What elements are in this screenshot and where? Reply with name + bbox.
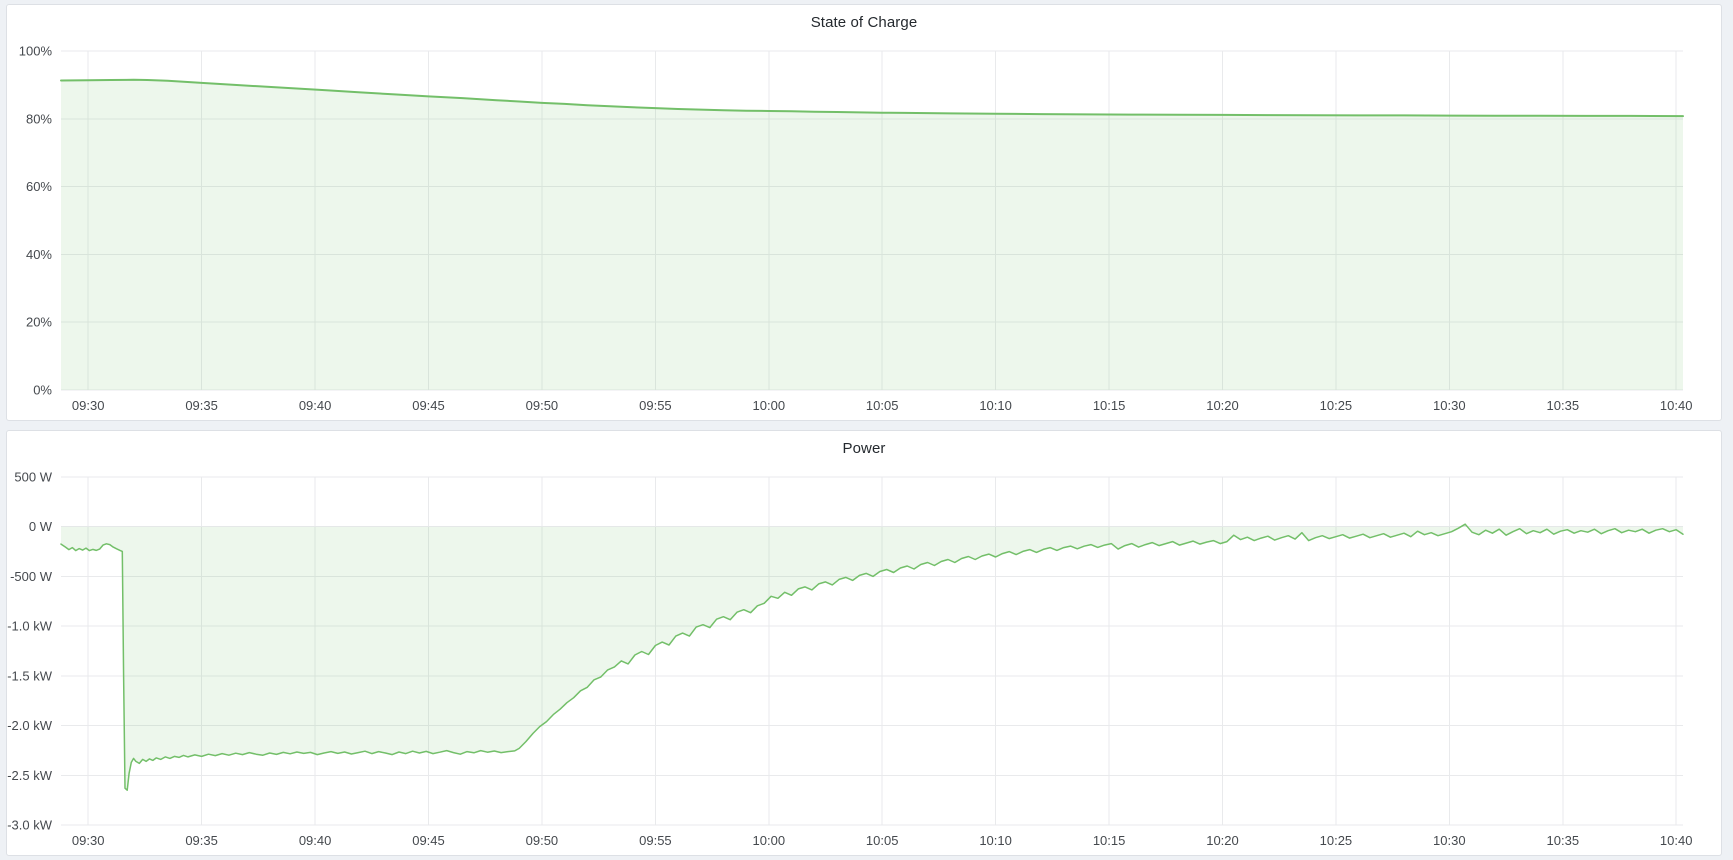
y-tick-label: 40% (26, 247, 52, 262)
x-tick-label: 09:50 (526, 398, 559, 413)
x-tick-label: 09:45 (412, 398, 445, 413)
x-tick-label: 09:40 (299, 398, 332, 413)
state-of-charge-chart[interactable]: 100% 80% 60% 40% 20% 0% 09:30 09:35 09:40 09:45 09… (7, 39, 1721, 420)
y-tick-label: 0% (33, 383, 52, 398)
chart-svg: 500 W 0 W -500 W -1.0 kW -1.5 kW -2.0 kW -2.5 … (7, 465, 1721, 855)
y-tick-label: 100% (19, 44, 53, 59)
x-tick-label: 10:40 (1660, 398, 1693, 413)
x-tick-label: 09:35 (185, 833, 218, 848)
panel-title-state-of-charge: State of Charge (7, 5, 1721, 39)
x-tick-label: 09:30 (72, 833, 105, 848)
power-chart[interactable]: 500 W 0 W -500 W -1.0 kW -1.5 kW -2.0 kW -2.5 … (7, 465, 1721, 855)
x-tick-label: 10:15 (1093, 833, 1126, 848)
x-tick-label: 10:00 (753, 398, 786, 413)
x-tick-label: 09:40 (299, 833, 332, 848)
y-tick-label: 20% (26, 315, 52, 330)
x-tick-label: 10:05 (866, 833, 899, 848)
x-tick-label: 10:35 (1547, 398, 1580, 413)
y-tick-label: 80% (26, 111, 52, 126)
y-tick-label: -1.0 kW (7, 619, 53, 634)
y-tick-label: -2.0 kW (7, 718, 53, 733)
x-tick-label: 10:10 (979, 398, 1012, 413)
x-tick-label: 09:50 (526, 833, 559, 848)
x-tick-label: 10:25 (1320, 398, 1353, 413)
y-tick-label: -1.5 kW (7, 668, 53, 683)
x-tick-label: 10:20 (1206, 833, 1239, 848)
series-fill (61, 524, 1683, 790)
y-tick-label: -500 W (10, 569, 53, 584)
y-tick-label: 500 W (14, 470, 52, 485)
panel-state-of-charge: State of Charge 100% 80% 60% 40% 20% 0% 09:30 0… (6, 4, 1722, 421)
x-tick-label: 09:55 (639, 398, 672, 413)
panel-power: Power 500 W 0 W -500 W -1.0 kW -1.5 kW -2.0 k… (6, 430, 1722, 856)
y-tick-label: 0 W (29, 519, 53, 534)
x-tick-label: 09:45 (412, 833, 445, 848)
x-tick-label: 10:25 (1320, 833, 1353, 848)
x-tick-label: 09:55 (639, 833, 672, 848)
x-tick-label: 10:35 (1547, 833, 1580, 848)
x-tick-label: 10:30 (1433, 833, 1466, 848)
x-tick-label: 09:35 (185, 398, 218, 413)
chart-svg: 100% 80% 60% 40% 20% 0% 09:30 09:35 09:40 09:45 09… (7, 39, 1721, 420)
x-tick-label: 10:05 (866, 398, 899, 413)
panel-title-power: Power (7, 431, 1721, 465)
dashboard-grid: State of Charge 100% 80% 60% 40% 20% 0% 09:30 0… (6, 4, 1722, 856)
y-tick-label: -2.5 kW (7, 768, 53, 783)
series-fill (61, 80, 1683, 390)
x-tick-label: 10:20 (1206, 398, 1239, 413)
x-tick-label: 10:15 (1093, 398, 1126, 413)
x-tick-label: 10:00 (753, 833, 786, 848)
x-tick-label: 10:10 (979, 833, 1012, 848)
x-tick-label: 09:30 (72, 398, 105, 413)
x-tick-label: 10:40 (1660, 833, 1693, 848)
y-tick-label: -3.0 kW (7, 818, 53, 833)
y-tick-label: 60% (26, 179, 52, 194)
x-tick-label: 10:30 (1433, 398, 1466, 413)
